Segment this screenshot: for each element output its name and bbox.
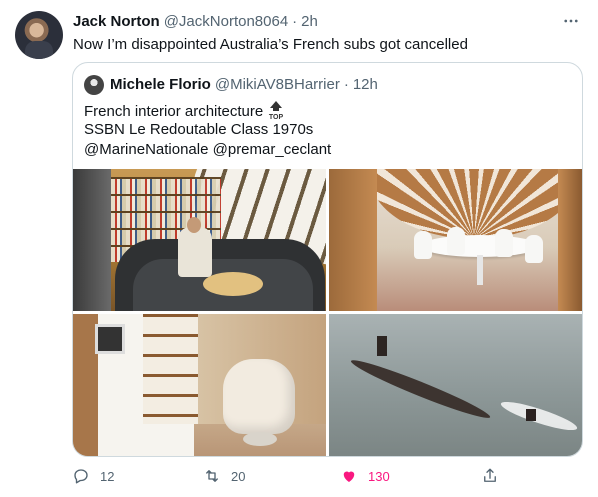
like-button[interactable]: 130 (340, 466, 390, 486)
display-name[interactable]: Jack Norton (73, 13, 160, 30)
retweet-count: 20 (231, 468, 246, 484)
quoted-user-avatar[interactable] (84, 75, 104, 95)
quoted-text-line-2: SSBN Le Redoutable Class 1970s (84, 121, 314, 138)
tweet[interactable]: Jack Norton @JackNorton8064 · 2h Now I’m… (0, 0, 598, 497)
tweet-header: Jack Norton @JackNorton8064 · 2h (73, 13, 318, 30)
white-dining-room-photo[interactable] (329, 169, 582, 311)
tweet-text: Now I’m disappointed Australia’s French … (73, 36, 468, 53)
quoted-text-line: French interior architecture TOP (84, 100, 331, 121)
photo-grid (73, 169, 582, 456)
action-bar: 12 20 130 (72, 466, 582, 486)
like-count: 130 (368, 468, 390, 484)
more-options-icon[interactable] (560, 10, 582, 32)
quoted-user-handle[interactable]: @MikiAV8BHarrier (215, 76, 340, 93)
separator-dot: · (292, 13, 298, 30)
submarine-lounge-photo[interactable] (73, 169, 326, 311)
quoted-text-line-1: French interior architecture (84, 103, 264, 120)
share-button[interactable] (481, 466, 499, 486)
quoted-timestamp[interactable]: 12h (353, 76, 378, 93)
submarine-at-sea-photo[interactable] (329, 314, 582, 456)
separator-dot: · (343, 76, 349, 93)
top-arrow-emoji: TOP (267, 100, 285, 121)
retweet-button[interactable]: 20 (203, 466, 245, 486)
svg-text:TOP: TOP (269, 114, 284, 120)
reply-icon (74, 469, 88, 484)
retweet-icon (206, 470, 218, 482)
quoted-tweet-header: Michele Florio @MikiAV8BHarrier · 12h (110, 76, 378, 93)
share-icon (484, 468, 496, 482)
heart-icon (343, 471, 355, 482)
quoted-tweet[interactable]: Michele Florio @MikiAV8BHarrier · 12h Fr… (72, 62, 583, 457)
reply-count: 12 (100, 468, 115, 484)
quoted-display-name[interactable]: Michele Florio (110, 76, 211, 93)
quoted-tweet-text: French interior architecture TOP SSBN Le … (84, 100, 331, 160)
timestamp[interactable]: 2h (301, 13, 318, 30)
reply-button[interactable]: 12 (72, 466, 114, 486)
user-handle[interactable]: @JackNorton8064 (164, 13, 288, 30)
quoted-text-line-3: @MarineNationale @premar_ceclant (84, 141, 332, 158)
cabinet-armchair-photo[interactable] (73, 314, 326, 456)
user-avatar[interactable] (15, 11, 63, 59)
